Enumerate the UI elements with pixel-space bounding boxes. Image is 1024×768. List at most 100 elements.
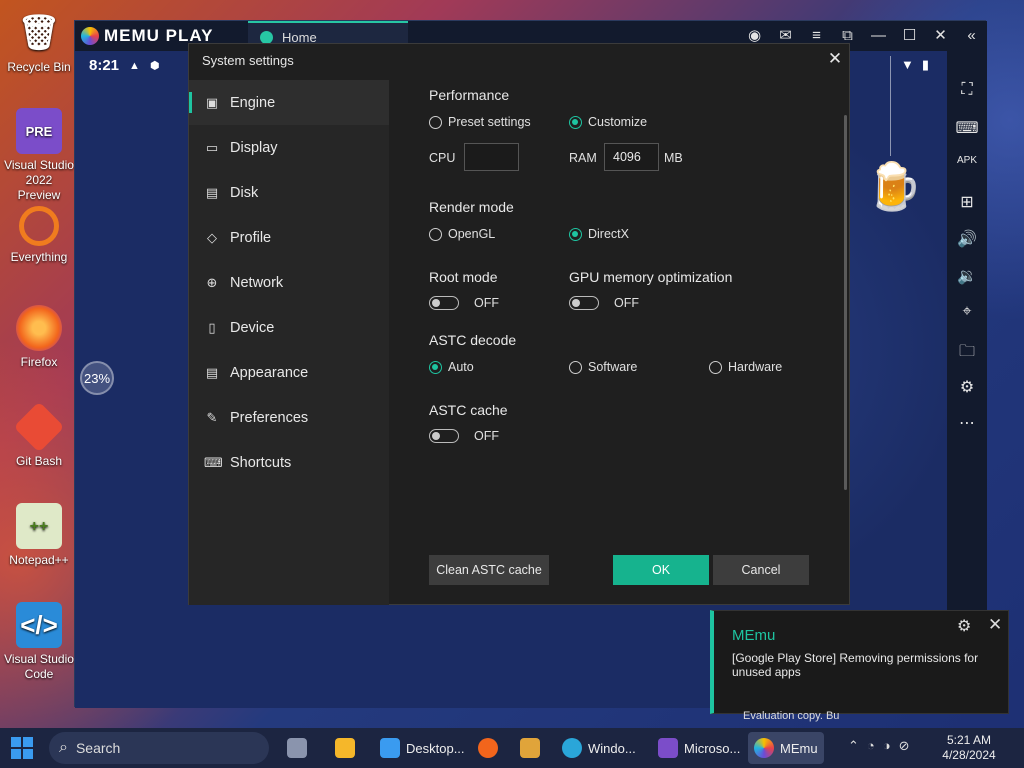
desktop-icon-notepad-plus-plus[interactable]: ++ Notepad++ xyxy=(3,503,75,568)
desktop-icon-firefox[interactable]: Firefox xyxy=(3,305,75,370)
dialog-title: System settings xyxy=(202,53,294,68)
location-icon[interactable]: ⌖ xyxy=(947,303,987,321)
start-button[interactable] xyxy=(11,737,33,759)
ram-label: RAM xyxy=(569,151,597,165)
android-status-bar: 8:21 ▲ ⬢ xyxy=(89,57,160,74)
radio-dot xyxy=(429,360,442,374)
progress-badge-text: 23% xyxy=(83,370,111,386)
progress-badge[interactable]: 23% xyxy=(80,361,114,395)
opengl-radio[interactable]: OpenGL xyxy=(429,227,495,241)
desktop-icon-label: Firefox xyxy=(20,355,58,369)
astc-hardware-radio[interactable]: Hardware xyxy=(709,360,782,374)
dialog-close-icon[interactable]: ✕ xyxy=(825,49,845,69)
sidebar-item-appearance[interactable]: ▤ Appearance xyxy=(189,350,389,395)
search-icon: ⌕ xyxy=(59,739,68,756)
astc-cache-toggle[interactable]: OFF xyxy=(429,429,499,443)
windows-logo-tile xyxy=(23,737,33,747)
astc-software-radio[interactable]: Software xyxy=(569,360,637,374)
taskbar-app-visual-studio[interactable]: Microso... xyxy=(658,732,740,764)
keyboard-mapping-icon[interactable]: ⌨ xyxy=(947,118,987,138)
folder-icon[interactable]: 🗀 xyxy=(947,340,987,367)
toggle-track xyxy=(429,429,459,443)
ok-button[interactable]: OK xyxy=(613,555,709,585)
desktop-icon-vscode[interactable]: </> Visual Studio Code xyxy=(3,602,75,682)
sidebar-item-network[interactable]: ⊕ Network xyxy=(189,260,389,305)
desktop-icon-recycle-bin[interactable]: 🗑 Recycle Bin xyxy=(3,10,75,75)
clean-astc-cache-button[interactable]: Clean ASTC cache xyxy=(429,555,549,585)
gpu-memory-optimization-title: GPU memory optimization xyxy=(569,269,733,285)
astc-decode-title: ASTC decode xyxy=(429,332,517,348)
toast-close-icon[interactable]: ✕ xyxy=(988,615,1002,635)
minimize-icon[interactable]: — xyxy=(863,21,894,51)
keyboard-icon: ⌨ xyxy=(204,454,223,470)
taskbar-app-desktop[interactable]: Desktop... xyxy=(380,732,465,764)
network-tray-icon[interactable]: ◔ xyxy=(867,738,875,754)
sidebar-item-engine[interactable]: ▣ Engine xyxy=(189,80,389,125)
desktop-icon-git-bash[interactable]: Git Bash xyxy=(3,401,75,469)
radio-label: DirectX xyxy=(588,227,629,241)
sidebar-item-device[interactable]: ▯ Device xyxy=(189,305,389,350)
sidebar-item-display[interactable]: ▭ Display xyxy=(189,125,389,170)
sidebar-item-preferences[interactable]: ✎ Preferences xyxy=(189,395,389,440)
chevron-up-icon[interactable]: ⌃ xyxy=(848,738,859,754)
taskbar-clock[interactable]: 5:21 AM 4/28/2024 xyxy=(938,733,1000,763)
sidebar-item-label: Network xyxy=(230,274,284,291)
notepad-plus-plus-icon: ++ xyxy=(16,503,62,549)
sidebar-item-shortcuts[interactable]: ⌨ Shortcuts xyxy=(189,440,389,485)
volume-up-icon[interactable]: 🔊 xyxy=(947,229,987,249)
preset-settings-radio[interactable]: Preset settings xyxy=(429,115,531,129)
volume-down-icon[interactable]: 🔉 xyxy=(947,266,987,286)
collapse-sidebar-icon[interactable]: « xyxy=(956,21,987,51)
taskbar-widgets-button[interactable] xyxy=(335,732,361,764)
maximize-icon[interactable]: ☐ xyxy=(894,21,925,51)
radio-dot xyxy=(569,115,582,129)
gpu-memory-optimization-toggle[interactable]: OFF xyxy=(569,296,639,310)
task-view-button[interactable] xyxy=(287,732,313,764)
taskbar-app-label: MEmu xyxy=(780,740,818,756)
settings-scrollbar[interactable] xyxy=(844,115,847,490)
taskbar-app-label: Desktop... xyxy=(406,740,465,756)
desktop-icon-label: Notepad++ xyxy=(9,553,69,567)
more-options-icon[interactable]: ⋯ xyxy=(947,413,987,433)
volume-tray-icon[interactable]: ◑ xyxy=(883,738,891,754)
notifications-tray-icon[interactable]: ⊘ xyxy=(899,738,910,754)
directx-radio[interactable]: DirectX xyxy=(569,227,629,241)
astc-auto-radio[interactable]: Auto xyxy=(429,360,474,374)
cpu-field[interactable] xyxy=(464,143,519,171)
cancel-button[interactable]: Cancel xyxy=(713,555,809,585)
chip-icon: ▣ xyxy=(205,94,219,110)
toast-message: [Google Play Store] Removing permissions… xyxy=(732,651,979,679)
apk-install-icon[interactable]: APK xyxy=(947,155,987,166)
ram-field[interactable]: 4096 xyxy=(604,143,659,171)
vscode-icon: </> xyxy=(16,602,62,648)
settings-gear-icon[interactable]: ⚙ xyxy=(947,377,987,397)
sidebar-item-disk[interactable]: ▤ Disk xyxy=(189,170,389,215)
desktop-app-icon xyxy=(380,738,400,758)
toast-settings-icon[interactable]: ⚙ xyxy=(957,616,971,636)
git-bash-icon xyxy=(13,401,65,453)
toggle-state-label: OFF xyxy=(474,296,499,310)
close-window-icon[interactable]: ✕ xyxy=(925,21,956,51)
root-mode-toggle[interactable]: OFF xyxy=(429,296,499,310)
multi-instance-icon[interactable]: ⊞ xyxy=(947,192,987,212)
customize-radio[interactable]: Customize xyxy=(569,115,647,129)
desktop-icon-everything[interactable]: Everything xyxy=(3,206,75,265)
toast-title: MEmu xyxy=(732,627,776,644)
taskbar-app-media[interactable] xyxy=(520,732,546,764)
memu-icon xyxy=(754,738,774,758)
visual-studio-preview-icon: PRE xyxy=(16,108,62,154)
notification-toast[interactable]: MEmu [Google Play Store] Removing permis… xyxy=(710,610,1009,714)
wrench-icon: ✎ xyxy=(206,409,218,425)
radio-label: Preset settings xyxy=(448,115,531,129)
taskbar-search-box[interactable]: ⌕ Search xyxy=(49,732,269,764)
fullscreen-icon[interactable]: ⛶ xyxy=(947,81,987,99)
system-settings-dialog: System settings ✕ ▣ Engine ▭ Display ▤ D… xyxy=(188,43,850,605)
taskbar-app-memu[interactable]: MEmu xyxy=(748,732,824,764)
visual-studio-icon xyxy=(658,738,678,758)
taskbar-app-edge[interactable]: Windo... xyxy=(562,732,636,764)
evaluation-watermark: Evaluation copy. Bu xyxy=(743,710,840,722)
desktop-icon-visual-studio-preview[interactable]: PRE Visual Studio 2022 Preview xyxy=(3,108,75,203)
sidebar-item-profile[interactable]: ◇ Profile xyxy=(189,215,389,260)
media-player-icon xyxy=(520,738,540,758)
taskbar-app-firefox[interactable] xyxy=(478,732,504,764)
